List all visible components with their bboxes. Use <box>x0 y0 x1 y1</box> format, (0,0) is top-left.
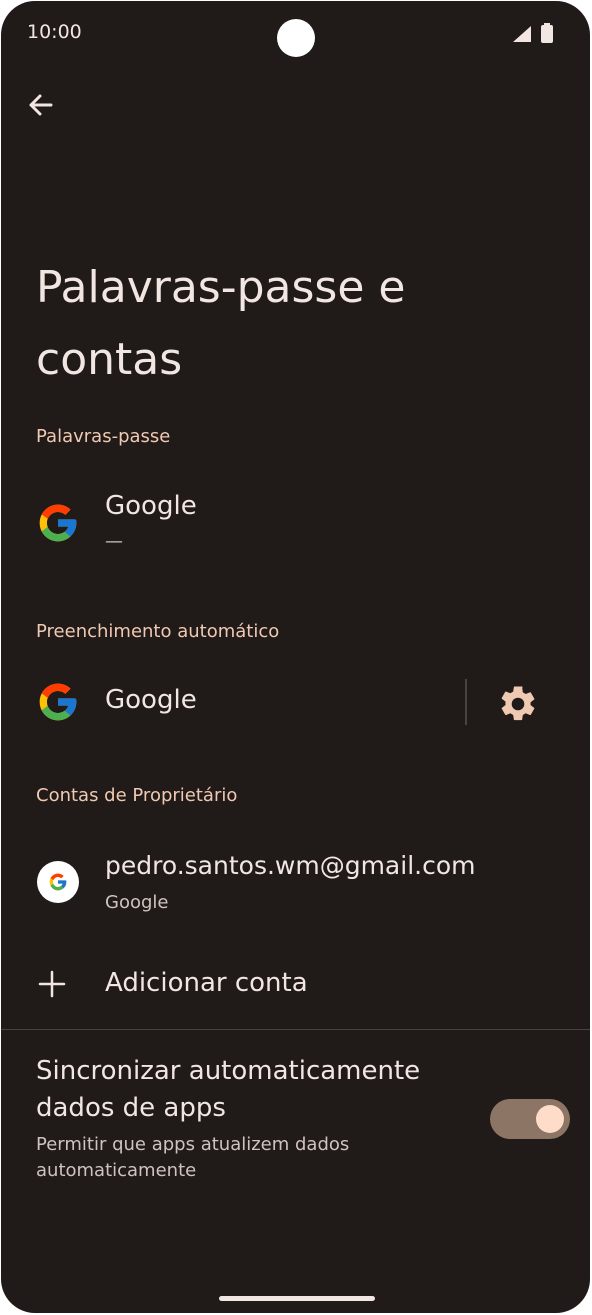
battery-icon <box>541 23 553 43</box>
avatar <box>37 861 79 903</box>
divider <box>465 679 467 725</box>
section-divider <box>1 1029 590 1030</box>
auto-sync-subtitle: Permitir que apps atualizem dados automa… <box>36 1134 350 1181</box>
status-time: 10:00 <box>27 21 82 43</box>
autofill-section-header: Preenchimento automático <box>36 621 280 642</box>
autofill-google-title: Google <box>105 685 197 715</box>
google-logo-icon <box>39 504 77 542</box>
auto-sync-title: Sincronizar automaticamente dados de app… <box>36 1056 421 1123</box>
passwords-google-subtitle: — <box>105 531 123 552</box>
toggle-thumb <box>536 1105 564 1133</box>
account-email: pedro.santos.wm@gmail.com <box>105 851 476 880</box>
account-provider: Google <box>105 892 169 913</box>
arrow-back-icon <box>29 94 53 116</box>
autofill-settings-button[interactable] <box>497 683 539 725</box>
signal-icon <box>513 26 531 42</box>
gesture-navigation-handle[interactable] <box>219 1296 375 1301</box>
camera-cutout <box>277 19 315 57</box>
google-logo-icon <box>49 873 67 891</box>
back-button[interactable] <box>21 85 61 125</box>
auto-sync-toggle[interactable] <box>490 1099 570 1139</box>
passwords-section-header: Palavras-passe <box>36 426 171 447</box>
screen: 10:00 Palavras-passe e contas Palavras-p… <box>1 1 590 1313</box>
plus-icon <box>38 970 66 998</box>
owner-accounts-section-header: Contas de Proprietário <box>36 785 238 806</box>
add-account-label: Adicionar conta <box>105 968 308 998</box>
gear-icon <box>501 686 535 721</box>
page-title: Palavras-passe e contas <box>36 262 406 386</box>
passwords-google-title: Google <box>105 491 197 521</box>
google-logo-icon <box>39 683 77 721</box>
